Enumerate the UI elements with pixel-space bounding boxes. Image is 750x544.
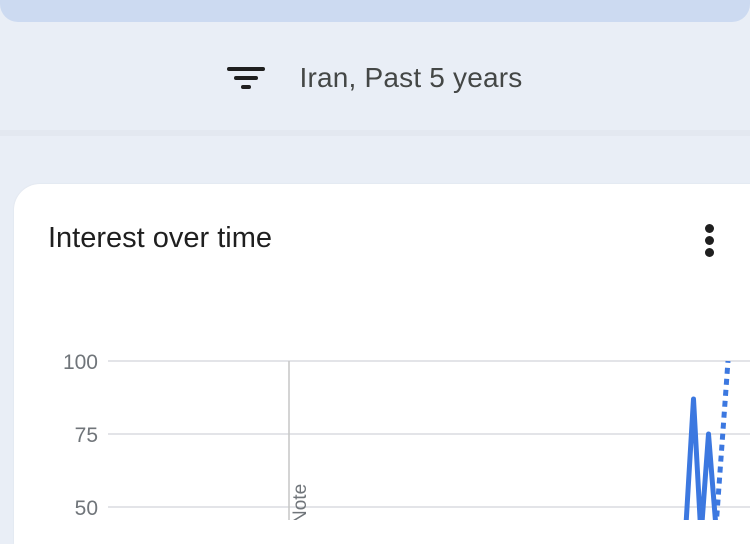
annotation-label-group: Note [290,484,311,520]
series-line-solid [683,396,718,520]
interest-chart: 100 75 50 Note [63,351,750,520]
y-tick-label-50: 50 [75,497,98,520]
y-tick-label-100: 100 [63,351,98,374]
annotation-label: Note [290,484,311,520]
y-tick-label-75: 75 [75,424,98,447]
series-line-dotted [714,360,731,520]
